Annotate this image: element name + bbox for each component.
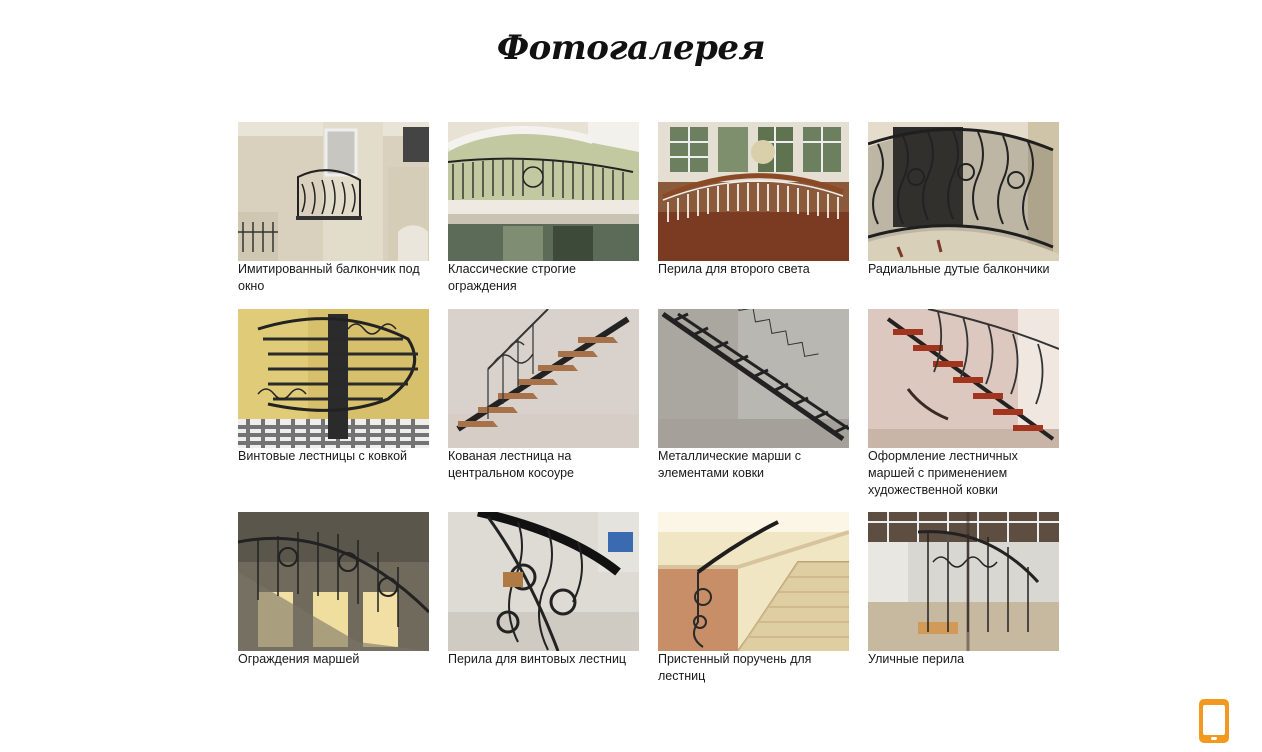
gallery-photo-outdoor-railings[interactable] [868,512,1059,651]
gallery-item[interactable]: Уличные перила [868,512,1060,668]
gallery-item[interactable]: Металлические марши с элементами ковки [658,309,850,482]
gallery-photo-march-railings[interactable] [238,512,429,651]
gallery-caption[interactable]: Винтовые лестницы с ковкой [238,448,430,465]
page-title: Фотогалерея [496,28,766,68]
gallery-item[interactable]: Оформление лестничных маршей с применени… [868,309,1060,499]
gallery-caption[interactable]: Перила для второго света [658,261,850,278]
gallery-caption[interactable]: Кованая лестница на центральном косоуре [448,448,640,482]
gallery-item[interactable]: Винтовые лестницы с ковкой [238,309,430,465]
gallery-photo-wall-handrail[interactable] [658,512,849,651]
gallery-caption[interactable]: Радиальные дутые балкончики [868,261,1060,278]
gallery-photo-radial-balcony[interactable] [868,122,1059,261]
gallery-item[interactable]: Кованая лестница на центральном косоуре [448,309,640,482]
gallery-item[interactable]: Пристенный поручень для лестниц [658,512,850,685]
gallery-caption[interactable]: Классические строгие ограждения [448,261,640,295]
gallery-photo-spiral-stairs[interactable] [238,309,429,448]
gallery-item[interactable]: Ограждения маршей [238,512,430,668]
gallery-photo-balcony-window[interactable] [238,122,429,261]
gallery-caption[interactable]: Пристенный поручень для лестниц [658,651,850,685]
gallery-photo-artistic-marches[interactable] [868,309,1059,448]
gallery-photo-classic-railing[interactable] [448,122,639,261]
gallery-photo-spiral-railings[interactable] [448,512,639,651]
phone-home-button-icon [1211,737,1217,740]
gallery-photo-metal-stairs[interactable] [658,309,849,448]
gallery-photo-second-light[interactable] [658,122,849,261]
gallery-item[interactable]: Имитированный балкончик под окно [238,122,430,295]
gallery-item[interactable]: Радиальные дутые балкончики [868,122,1060,278]
gallery-caption[interactable]: Оформление лестничных маршей с применени… [868,448,1060,499]
gallery-caption[interactable]: Металлические марши с элементами ковки [658,448,850,482]
gallery-caption[interactable]: Ограждения маршей [238,651,430,668]
gallery-item[interactable]: Классические строгие ограждения [448,122,640,295]
gallery-item[interactable]: Перила для второго света [658,122,850,278]
gallery-caption[interactable]: Уличные перила [868,651,1060,668]
gallery-caption[interactable]: Перила для винтовых лестниц [448,651,640,668]
phone-icon [1203,705,1225,735]
gallery-caption[interactable]: Имитированный балкончик под окно [238,261,430,295]
gallery-photo-central-stringer[interactable] [448,309,639,448]
gallery-item[interactable]: Перила для винтовых лестниц [448,512,640,668]
mobile-app-button[interactable] [1199,699,1229,743]
